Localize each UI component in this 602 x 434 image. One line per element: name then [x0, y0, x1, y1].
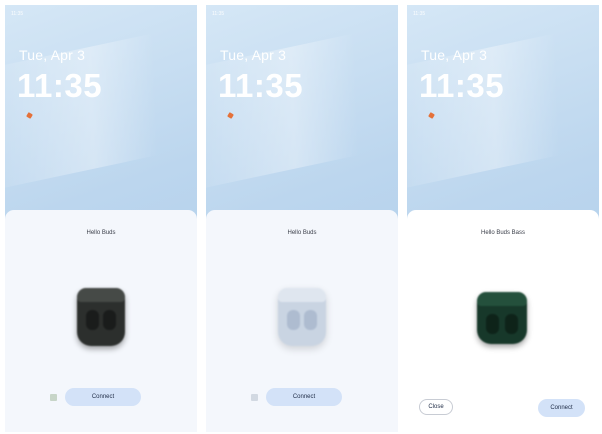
lockscreen-clock: 11:35 [419, 67, 505, 104]
pairing-sheet: Hello Buds Connect [5, 210, 197, 432]
connect-button[interactable]: Connect [538, 399, 585, 417]
device-name: Hello Buds [287, 230, 317, 236]
left-earbud [486, 314, 499, 334]
right-earbud [304, 310, 317, 330]
pairing-sheet: Hello Buds Connect [206, 210, 398, 432]
lockscreen-panel-3: 11:35 Tue, Apr 3 11:35 Hello Buds Bass C… [407, 5, 599, 432]
battery-icon [50, 394, 57, 401]
case-lid [477, 292, 527, 306]
case-lid [77, 288, 125, 302]
lockscreen-date: Tue, Apr 3 [421, 47, 488, 63]
device-name: Hello Buds Bass [480, 230, 526, 236]
right-earbud [505, 314, 518, 334]
lockscreen-clock: 11:35 [218, 67, 304, 104]
connect-button[interactable]: Connect [65, 388, 141, 406]
battery-icon [251, 394, 258, 401]
lockscreen-panel-1: 11:35 Tue, Apr 3 11:35 Hello Buds Connec… [5, 5, 197, 432]
device-name: Hello Buds [86, 230, 116, 236]
lockscreen-panel-2: 11:35 Tue, Apr 3 11:35 Hello Buds Connec… [206, 5, 398, 432]
status-bar-time: 11:35 [413, 11, 426, 17]
connect-button[interactable]: Connect [266, 388, 342, 406]
lockscreen-date: Tue, Apr 3 [19, 47, 86, 63]
status-bar-time: 11:35 [212, 11, 225, 17]
left-earbud [287, 310, 300, 330]
left-earbud [86, 310, 99, 330]
earbuds-case-image [278, 288, 326, 346]
case-lid [278, 288, 326, 302]
lockscreen-clock: 11:35 [17, 67, 103, 104]
pairing-sheet: Hello Buds Bass Close Connect [407, 210, 599, 432]
lockscreen-date: Tue, Apr 3 [220, 47, 287, 63]
close-button[interactable]: Close [419, 399, 453, 415]
status-bar-time: 11:35 [11, 11, 24, 17]
earbuds-case-image [77, 288, 125, 346]
earbuds-case-image [477, 292, 527, 344]
right-earbud [103, 310, 116, 330]
